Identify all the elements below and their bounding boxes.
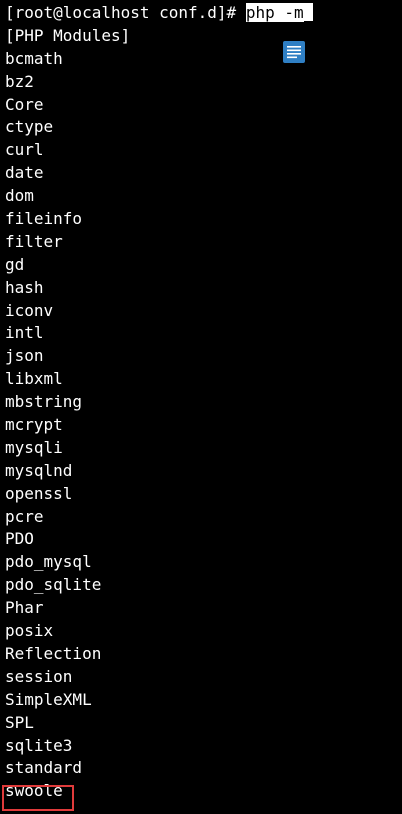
- module-line: Phar: [5, 598, 44, 618]
- module-line: sqlite3: [5, 735, 73, 755]
- module-line: Core: [5, 94, 44, 114]
- module-line: date: [5, 163, 44, 183]
- module-line: pdo_mysql: [5, 552, 92, 572]
- shell-prompt: [root@localhost conf.d]#: [5, 3, 246, 22]
- module-line: mcrypt: [5, 415, 63, 435]
- module-line: posix: [5, 621, 54, 641]
- module-line: bz2: [5, 71, 34, 91]
- prompt-line: [root@localhost conf.d]# php -m: [0, 0, 402, 25]
- module-line: gd: [5, 254, 25, 274]
- module-line: bcmath: [5, 48, 63, 68]
- module-line: iconv: [5, 300, 54, 320]
- document-icon[interactable]: [283, 41, 305, 63]
- module-line: pcre: [5, 506, 44, 526]
- module-line: libxml: [5, 369, 63, 389]
- module-line: pdo_sqlite: [5, 575, 102, 595]
- module-line: dom: [5, 186, 34, 206]
- module-line: ctype: [5, 117, 54, 137]
- cursor: [303, 3, 313, 21]
- module-line: mbstring: [5, 392, 83, 412]
- command-text: php -m: [245, 3, 304, 22]
- module-line: PDO: [5, 529, 34, 549]
- swoole-highlight-box: [2, 785, 74, 811]
- module-line: mysqli: [5, 437, 63, 457]
- module-line: SimpleXML: [5, 689, 92, 709]
- module-line: mysqlnd: [5, 460, 73, 480]
- module-line: json: [5, 346, 44, 366]
- module-line: fileinfo: [5, 209, 83, 229]
- module-line: openssl: [5, 483, 73, 503]
- module-list: bcmath bz2 Core ctype curl date dom fileinfo fil…: [0, 48, 402, 803]
- modules-header: [PHP Modules]: [5, 25, 131, 45]
- module-line: session: [5, 666, 73, 686]
- module-line: Reflection: [5, 643, 102, 663]
- module-line: standard: [5, 758, 83, 778]
- module-line: curl: [5, 140, 44, 160]
- module-line: hash: [5, 277, 44, 297]
- module-line: filter: [5, 231, 63, 251]
- module-line: intl: [5, 323, 44, 343]
- module-line: SPL: [5, 712, 34, 732]
- terminal-window[interactable]: [root@localhost conf.d]# php -m [PHP Mod…: [0, 0, 402, 814]
